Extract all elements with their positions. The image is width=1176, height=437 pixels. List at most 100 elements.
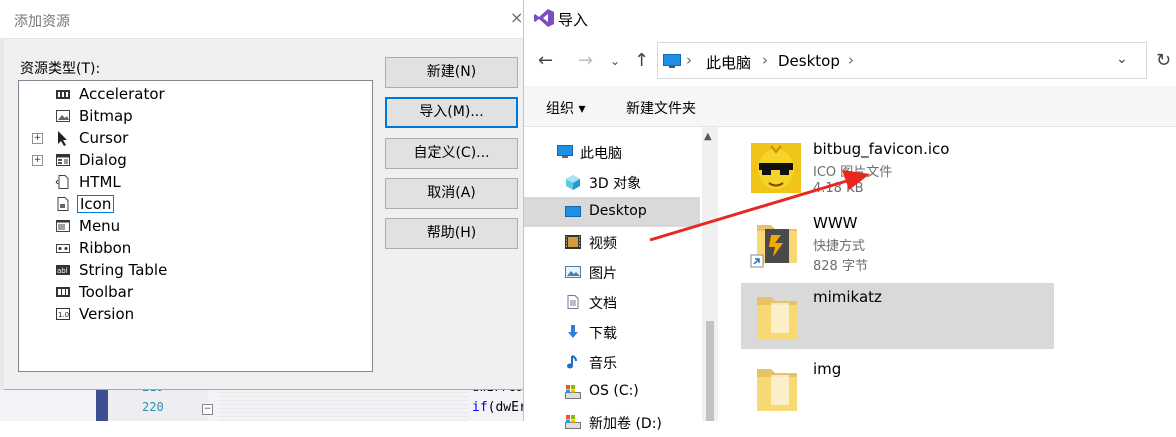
import-file-dialog: 导入 ← → ⌄ ↑ › 此电脑 › Desktop › ⌄ ↻ 组织 ▾ 新建… bbox=[523, 0, 1176, 432]
tree-item-label: Cursor bbox=[79, 129, 129, 147]
file-item[interactable]: WWW 快捷方式 828 字节 bbox=[741, 209, 1054, 275]
close-icon[interactable]: × bbox=[510, 8, 523, 27]
nav-item[interactable]: 3D 对象 bbox=[524, 167, 700, 197]
nav-item-label: 文档 bbox=[589, 296, 617, 312]
nav-item[interactable]: 图片 bbox=[524, 257, 700, 287]
expand-icon[interactable]: + bbox=[32, 133, 43, 144]
tree-item[interactable]: Toolbar bbox=[19, 282, 369, 303]
tree-item[interactable]: Menu bbox=[19, 216, 369, 237]
tree-item[interactable]: Accelerator bbox=[19, 84, 369, 105]
up-icon[interactable]: ↑ bbox=[634, 50, 649, 71]
tree-item-label: Ribbon bbox=[79, 239, 132, 257]
nav-item-label: OS (C:) bbox=[589, 383, 639, 399]
forward-icon[interactable]: → bbox=[578, 50, 593, 71]
version-icon: 1.0 bbox=[55, 306, 71, 322]
documents-icon bbox=[564, 294, 582, 310]
nav-item-label: 此电脑 bbox=[580, 146, 622, 162]
import-button[interactable]: 导入(M)... bbox=[385, 97, 518, 128]
keyword: if bbox=[472, 400, 488, 415]
tree-item[interactable]: Ribbon bbox=[19, 238, 369, 259]
nav-item-label: 下载 bbox=[589, 326, 617, 342]
tree-item[interactable]: Bitmap bbox=[19, 106, 369, 127]
tree-item-label: Accelerator bbox=[79, 85, 165, 103]
nav-item-label: 图片 bbox=[589, 266, 617, 282]
dialog-icon bbox=[55, 152, 71, 168]
file-name: img bbox=[813, 360, 842, 378]
desktop-icon bbox=[564, 204, 582, 220]
accelerator-icon bbox=[55, 86, 71, 102]
nav-item[interactable]: 新加卷 (D:) bbox=[524, 407, 700, 437]
tree-item[interactable]: + Dialog bbox=[19, 150, 369, 171]
tree-item[interactable]: Icon bbox=[19, 194, 369, 215]
svg-text:1.0: 1.0 bbox=[58, 311, 69, 319]
fold-toggle-icon[interactable]: − bbox=[202, 404, 213, 415]
custom-button[interactable]: 自定义(C)... bbox=[385, 138, 518, 169]
pc-icon bbox=[663, 54, 681, 68]
expand-icon[interactable]: + bbox=[32, 155, 43, 166]
address-bar[interactable]: › 此电脑 › Desktop › ⌄ bbox=[657, 42, 1147, 79]
pictures-icon bbox=[564, 264, 582, 280]
resource-type-tree[interactable]: Accelerator Bitmap + Cursor + Dialog HTML Icon M… bbox=[18, 80, 373, 372]
file-item[interactable]: mimikatz bbox=[741, 283, 1054, 349]
chevron-down-icon[interactable]: ⌄ bbox=[1116, 51, 1128, 67]
nav-item[interactable]: OS (C:) bbox=[524, 377, 700, 407]
scroll-up-icon[interactable]: ▲ bbox=[704, 131, 712, 142]
nav-item-label: 视频 bbox=[589, 236, 617, 252]
command-bar: 组织 ▾ 新建文件夹 bbox=[524, 86, 1176, 127]
bitmap-icon bbox=[55, 108, 71, 124]
ico-file-icon bbox=[749, 141, 803, 195]
code-line: if(dwEr bbox=[472, 400, 527, 415]
tree-item[interactable]: 1.0 Version bbox=[19, 304, 369, 325]
file-item[interactable]: img bbox=[741, 355, 1054, 421]
drive-icon bbox=[564, 384, 582, 400]
folder-icon bbox=[749, 289, 803, 343]
back-icon[interactable]: ← bbox=[538, 50, 553, 71]
file-type: ICO 图片文件 bbox=[813, 165, 893, 180]
tree-item-label: String Table bbox=[79, 261, 168, 279]
nav-scrollbar-thumb[interactable] bbox=[706, 321, 714, 421]
visual-studio-icon bbox=[534, 9, 554, 27]
pc-icon bbox=[556, 144, 574, 160]
new-button[interactable]: 新建(N) bbox=[385, 57, 518, 88]
new-folder-button[interactable]: 新建文件夹 bbox=[626, 98, 696, 118]
nav-item[interactable]: 下载 bbox=[524, 317, 700, 347]
organize-button[interactable]: 组织 ▾ bbox=[546, 98, 585, 118]
tree-item[interactable]: HTML bbox=[19, 172, 369, 193]
tree-item-label: Icon bbox=[77, 195, 115, 213]
nav-item[interactable]: 音乐 bbox=[524, 347, 700, 377]
svg-text:abl: abl bbox=[57, 267, 68, 275]
dialog-titlebar[interactable]: 添加资源 × bbox=[0, 0, 530, 39]
file-item[interactable]: bitbug_favicon.ico ICO 图片文件 4.18 KB bbox=[741, 135, 1054, 201]
breadcrumb-desktop[interactable]: Desktop bbox=[778, 52, 840, 70]
tree-item-label: Dialog bbox=[79, 151, 127, 169]
icon-resource-icon bbox=[55, 196, 71, 212]
add-resource-dialog: 添加资源 × 资源类型(T): Accelerator Bitmap + Cursor… bbox=[0, 0, 531, 390]
nav-item[interactable]: Desktop bbox=[524, 197, 700, 227]
tree-item[interactable]: + Cursor bbox=[19, 128, 369, 149]
nav-item[interactable]: 文档 bbox=[524, 287, 700, 317]
tree-item-label: Toolbar bbox=[79, 283, 134, 301]
nav-item-label: 新加卷 (D:) bbox=[589, 416, 662, 432]
line-number: 220 bbox=[142, 400, 164, 414]
refresh-icon[interactable]: ↻ bbox=[1156, 50, 1171, 71]
tree-item-label: HTML bbox=[79, 173, 121, 191]
explorer-titlebar[interactable]: 导入 bbox=[524, 0, 1176, 38]
downloads-icon bbox=[564, 324, 582, 340]
recent-locations-icon[interactable]: ⌄ bbox=[610, 54, 620, 68]
nav-item[interactable]: 此电脑 bbox=[524, 137, 700, 167]
navigation-pane: ▲ 此电脑 3D 对象 Desktop 视频图片文档下载音乐 OS (C:) 新加卷 (D… bbox=[524, 127, 718, 432]
video-icon bbox=[564, 234, 582, 250]
dialog-title: 添加资源 bbox=[14, 14, 70, 30]
resource-type-label: 资源类型(T): bbox=[20, 61, 101, 77]
ribbon-icon bbox=[55, 240, 71, 256]
tree-item-label: Bitmap bbox=[79, 107, 133, 125]
help-button[interactable]: 帮助(H) bbox=[385, 218, 518, 249]
nav-item[interactable]: 视频 bbox=[524, 227, 700, 257]
tree-item-label: Version bbox=[79, 305, 135, 323]
breadcrumb-this-pc[interactable]: 此电脑 bbox=[706, 52, 751, 73]
music-icon bbox=[564, 354, 582, 370]
cancel-button[interactable]: 取消(A) bbox=[385, 178, 518, 209]
tree-item[interactable]: abl String Table bbox=[19, 260, 369, 281]
shortcut-folder-icon bbox=[749, 215, 803, 269]
file-size: 828 字节 bbox=[813, 259, 868, 274]
